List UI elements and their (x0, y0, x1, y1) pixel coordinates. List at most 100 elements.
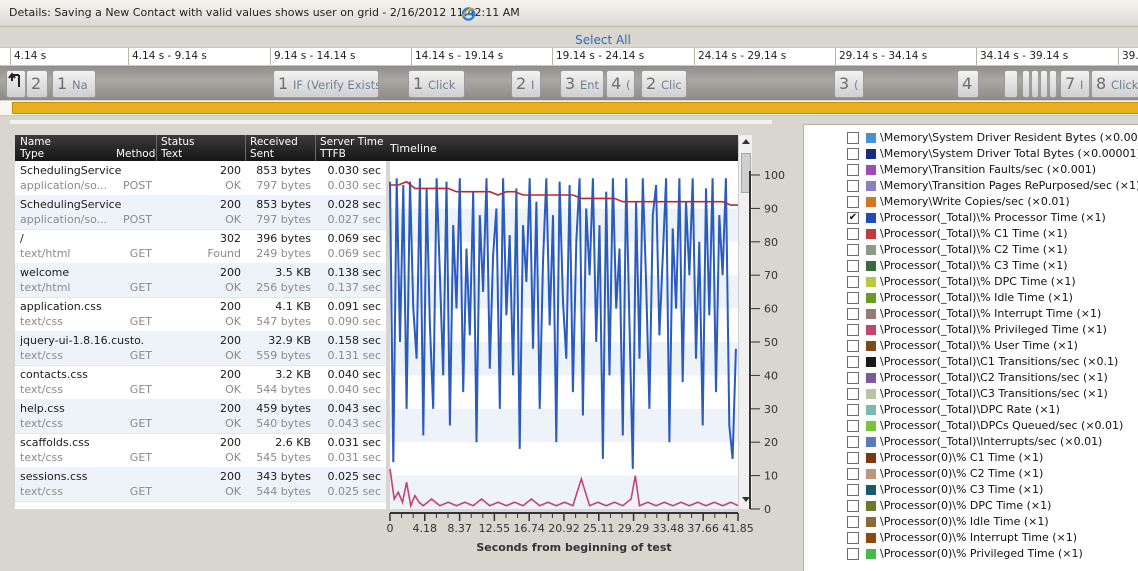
time-range-3[interactable]: 14.14 s - 19.14 s (411, 48, 552, 65)
counter-checkbox[interactable] (847, 452, 859, 464)
time-range-2[interactable]: 9.14 s - 14.14 s (270, 48, 411, 65)
scroll-left-button[interactable] (6, 70, 26, 98)
time-range-8[interactable]: 39. (1118, 48, 1138, 65)
time-range-4[interactable]: 19.14 s - 24.14 s (552, 48, 694, 65)
test-step[interactable]: 3 Ent (560, 70, 604, 98)
counter-checkbox[interactable] (847, 164, 859, 176)
test-step[interactable]: 7I (1060, 70, 1090, 98)
counter-checkbox[interactable] (847, 548, 859, 560)
counter-checkbox[interactable] (847, 180, 859, 192)
counter-checkbox[interactable] (847, 340, 859, 352)
test-step[interactable]: 4 (957, 70, 979, 98)
timeline-progress-bar[interactable] (12, 102, 1138, 114)
counter-checkbox[interactable] (847, 388, 859, 400)
select-all-link[interactable]: Select All (563, 33, 643, 47)
counter-checkbox[interactable] (847, 324, 859, 336)
counter-checkbox[interactable] (847, 468, 859, 480)
col-header-ttfb[interactable]: TTFB (320, 148, 346, 160)
test-step[interactable]: 2 (26, 70, 48, 98)
test-step-collapsed[interactable] (1049, 70, 1057, 98)
counter-checkbox[interactable] (847, 260, 859, 272)
counter-checkbox[interactable] (847, 420, 859, 432)
col-header-name[interactable]: Name (20, 136, 51, 148)
x-tick-label: 20.92 (548, 522, 580, 535)
column-divider[interactable] (315, 135, 316, 161)
color-swatch-icon (866, 309, 876, 319)
horizontal-scrollbar[interactable] (10, 120, 772, 124)
counter-checkbox[interactable] (847, 132, 859, 144)
counter-checkbox[interactable] (847, 372, 859, 384)
counter-label: \Processor(_Total)\% Idle Time (×1) (880, 291, 1073, 304)
table-row[interactable]: welcome text/html GET 200 OK 3.5 KB 256 bytes 0… (15, 263, 386, 298)
counter-checkbox[interactable] (847, 516, 859, 528)
column-divider[interactable] (156, 135, 157, 161)
time-range-0[interactable]: 4.14 s (10, 48, 126, 65)
counter-checkbox[interactable] (847, 244, 859, 256)
x-tick-label: 33.48 (653, 522, 685, 535)
table-row[interactable]: application.css text/css GET 200 OK 4.1 KB 547… (15, 297, 386, 332)
cell-ttfb: 0.031 sec (327, 451, 381, 464)
test-step-collapsed[interactable] (1040, 70, 1048, 98)
test-step[interactable]: 4( (606, 70, 635, 98)
x-tick-label: 29.29 (618, 522, 650, 535)
time-range-6[interactable]: 29.14 s - 34.14 s (835, 48, 977, 65)
table-row[interactable]: SchedulingService application/so... POST 20… (15, 195, 386, 230)
test-step-collapsed[interactable] (1022, 70, 1030, 98)
counter-checkbox[interactable] (847, 308, 859, 320)
internet-explorer-icon[interactable] (461, 6, 476, 21)
cell-received: 32.9 KB (268, 334, 311, 347)
test-step[interactable]: 2I (511, 70, 541, 98)
counter-checkbox[interactable] (847, 196, 859, 208)
cell-status: 200 (220, 470, 241, 483)
cell-method: GET (129, 485, 152, 498)
test-step[interactable]: 1 Click (408, 70, 465, 98)
counter-label: \Memory\Write Copies/sec (×0.01) (880, 195, 1070, 208)
counter-checkbox[interactable] (847, 356, 859, 368)
x-tick-label: 16.74 (513, 522, 545, 535)
time-range-1[interactable]: 4.14 s - 9.14 s (128, 48, 270, 65)
cell-name: sessions.css (20, 470, 88, 483)
test-step[interactable]: 8 Click (1091, 70, 1138, 98)
counter-checkbox[interactable] (847, 484, 859, 496)
col-header-status-text[interactable]: Text (161, 148, 182, 160)
counter-checkbox[interactable] (847, 292, 859, 304)
counter-checkbox[interactable] (847, 436, 859, 448)
col-header-type[interactable]: Type (20, 148, 44, 160)
test-step[interactable]: 3( (834, 70, 864, 98)
table-row[interactable]: scaffolds.css text/css GET 200 OK 2.6 KB 545 b… (15, 433, 386, 468)
time-range-7[interactable]: 34.14 s - 39.14 s (976, 48, 1118, 65)
counter-checkbox[interactable] (847, 276, 859, 288)
counter-checkbox[interactable] (847, 148, 859, 160)
cell-status-text: Found (207, 247, 241, 260)
col-header-server-time[interactable]: Server Time (320, 136, 383, 148)
column-divider[interactable] (245, 135, 246, 161)
col-header-received[interactable]: Received (250, 136, 298, 148)
counter-checkbox[interactable] (847, 532, 859, 544)
counter-checkbox[interactable] (847, 500, 859, 512)
color-swatch-icon (866, 389, 876, 399)
counter-checkbox[interactable] (847, 404, 859, 416)
col-header-method[interactable]: Method (116, 148, 155, 160)
col-header-sent[interactable]: Sent (250, 148, 274, 160)
table-row[interactable]: sessions.css text/css GET 200 OK 343 bytes 544… (15, 467, 386, 502)
test-step-collapsed[interactable] (1031, 70, 1039, 98)
table-row[interactable]: / text/html GET 302 Found 396 bytes 249 bytes 0… (15, 229, 386, 264)
table-row[interactable]: help.css text/css GET 200 OK 459 bytes 540 byt… (15, 399, 386, 434)
test-step[interactable]: 1 IF (Verify Exists (273, 70, 379, 98)
table-row[interactable]: SchedulingService application/so... POST 20… (15, 161, 386, 196)
table-row[interactable]: contacts.css text/css GET 200 OK 3.2 KB 544 by… (15, 365, 386, 400)
test-step-collapsed[interactable] (1004, 70, 1018, 98)
counter-checkbox[interactable] (847, 228, 859, 240)
col-header-timeline[interactable]: Timeline (390, 142, 437, 155)
test-step[interactable]: 2 Clic (641, 70, 687, 98)
col-header-status[interactable]: Status (161, 136, 194, 148)
time-range-5[interactable]: 24.14 s - 29.14 s (694, 48, 835, 65)
table-row[interactable]: jquery-ui-1.8.16.custo... text/css GET 200 O… (15, 331, 386, 366)
cell-method: GET (129, 349, 152, 362)
test-step[interactable]: 1 Na (52, 70, 96, 98)
cell-sent: 547 bytes (256, 315, 311, 328)
scroll-up-icon[interactable] (742, 139, 750, 144)
cell-server-time: 0.138 sec (327, 266, 381, 279)
counter-checkbox[interactable]: ✔ (847, 212, 859, 224)
color-swatch-icon (866, 149, 876, 159)
